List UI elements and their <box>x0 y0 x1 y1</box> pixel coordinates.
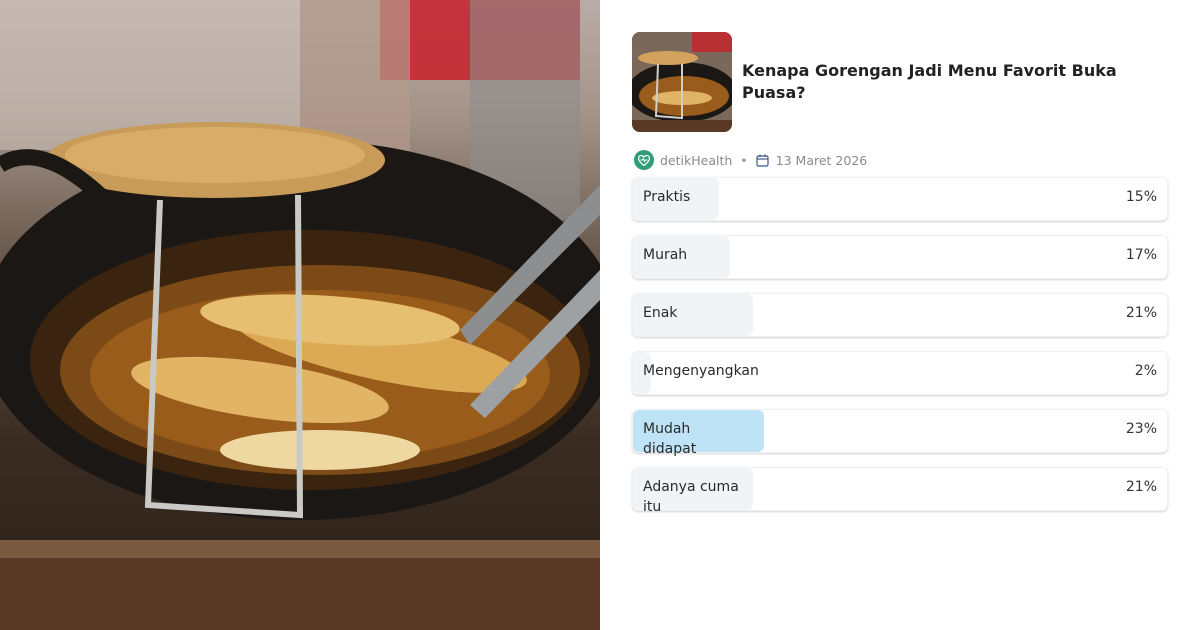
poll-option-mengenyangkan[interactable]: Mengenyangkan 2% <box>632 351 1168 395</box>
poll-option-praktis[interactable]: Praktis 15% <box>632 177 1168 221</box>
poll-option-label: Murah <box>643 247 688 263</box>
poll-option-percent: 23% <box>1125 421 1157 437</box>
calendar-icon <box>756 154 769 167</box>
poll-card: Kenapa Gorengan Jadi Menu Favorit Buka P… <box>0 0 1200 630</box>
poll-option-label: Enak <box>643 305 678 321</box>
article-meta: detikHealth • 13 Maret 2026 <box>632 149 1168 171</box>
poll-option-label: Mengenyangkan <box>643 363 759 379</box>
poll-option-mudah-didapat[interactable]: Mudah didapat 23% <box>632 409 1168 457</box>
article-title[interactable]: Kenapa Gorengan Jadi Menu Favorit Buka P… <box>742 60 1142 104</box>
article-header: Kenapa Gorengan Jadi Menu Favorit Buka P… <box>632 32 1168 132</box>
heart-logo-icon <box>634 150 654 170</box>
poll-options: Praktis 15% Murah 17% Enak 21% Mengenyan… <box>632 177 1168 515</box>
poll-option-enak[interactable]: Enak 21% <box>632 293 1168 337</box>
hero-image <box>0 0 600 630</box>
poll-option-percent: 17% <box>1125 247 1157 263</box>
poll-option-label: Adanya cuma itu <box>643 479 739 515</box>
fried-snacks-photo <box>0 0 600 630</box>
poll-option-percent: 2% <box>1134 363 1157 379</box>
poll-option-percent: 15% <box>1125 189 1157 205</box>
poll-option-murah[interactable]: Murah 17% <box>632 235 1168 279</box>
poll-option-label: Mudah didapat <box>643 421 697 457</box>
poll-option-percent: 21% <box>1125 305 1157 321</box>
meta-separator: • <box>740 152 748 168</box>
thumbnail-image <box>632 32 732 132</box>
publish-date: 13 Maret 2026 <box>775 152 868 168</box>
article-thumbnail[interactable] <box>632 32 732 132</box>
poll-option-adanya-cuma-itu[interactable]: Adanya cuma itu 21% <box>632 467 1168 515</box>
source-name[interactable]: detikHealth <box>660 153 732 168</box>
poll-option-percent: 21% <box>1125 479 1157 495</box>
poll-panel: Kenapa Gorengan Jadi Menu Favorit Buka P… <box>632 32 1168 525</box>
poll-option-label: Praktis <box>643 189 691 205</box>
